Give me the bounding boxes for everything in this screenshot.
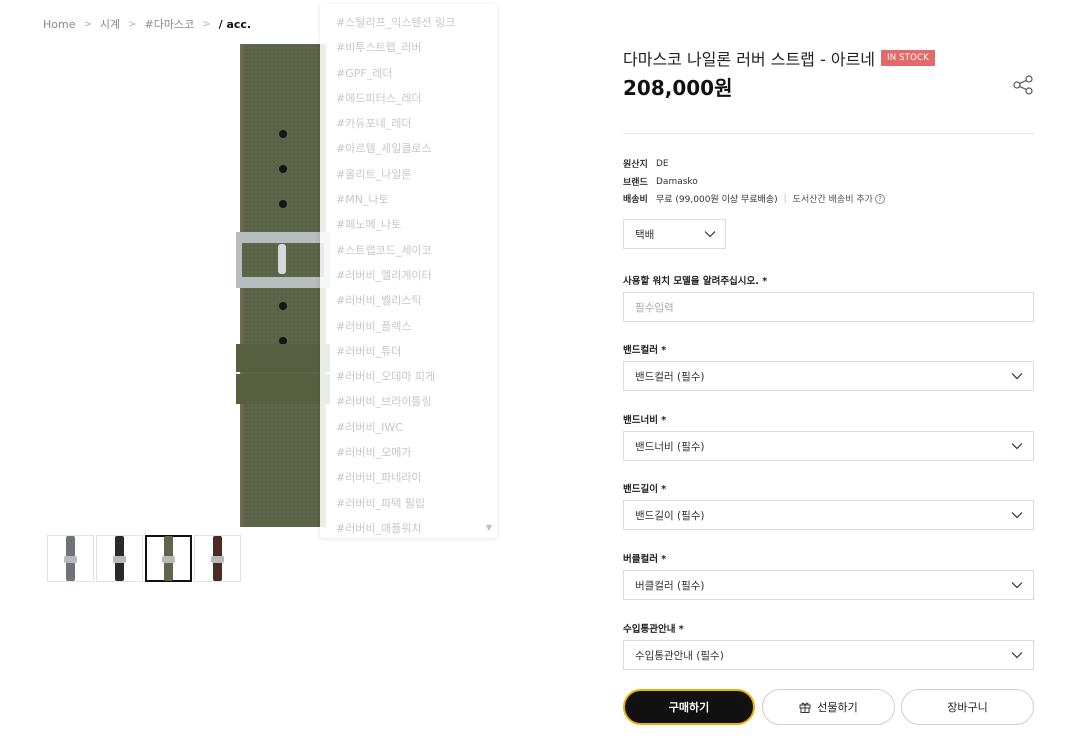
customs-value: 수입통관안내 (필수): [635, 649, 724, 662]
hashtag-link[interactable]: #GPF_레더: [320, 61, 497, 86]
shipping-label: 배송비: [623, 195, 648, 205]
band-color-value: 밴드컬러 (필수): [635, 370, 705, 383]
buckle-color-select[interactable]: 버클컬러 (필수): [623, 570, 1034, 600]
shipping-method-value: 택배: [635, 228, 655, 241]
hashtag-link[interactable]: #러버비_애플워치: [320, 516, 497, 541]
chevron-down-icon: [1011, 582, 1023, 589]
divider: |: [783, 193, 787, 204]
hashtag-link[interactable]: #비투스트랩_러버: [320, 35, 497, 60]
chevron-down-icon: [1011, 373, 1023, 380]
chevron-right-icon: >: [202, 18, 211, 30]
hashtag-link[interactable]: #러버비_플렉스: [320, 314, 497, 339]
shipping-value: 무료 (99,000원 이상 무료배송): [656, 195, 778, 205]
hashtag-link[interactable]: #러버비_튜더: [320, 339, 497, 364]
band-color-select[interactable]: 밴드컬러 (필수): [623, 361, 1034, 391]
hashtag-link[interactable]: #페노메_나토: [320, 212, 497, 237]
stock-badge: IN STOCK: [881, 50, 935, 66]
buckle-color-label: 버클컬러 *: [623, 554, 667, 565]
buckle-color-value: 버클컬러 (필수): [635, 579, 705, 592]
hashtag-link[interactable]: #MN_나토: [320, 187, 497, 212]
strap-image: [162, 536, 175, 581]
main-product-image[interactable]: [236, 44, 330, 527]
thumbnail-list: [47, 535, 243, 582]
hashtag-link[interactable]: #카듀포네_레더: [320, 111, 497, 136]
shipping-row: 배송비 무료 (99,000원 이상 무료배송) | 도서산간 배송비 추가 ?: [623, 192, 885, 205]
brand-value[interactable]: Damasko: [656, 177, 698, 187]
breadcrumb-damasko[interactable]: #다마스코: [145, 16, 195, 32]
breadcrumb-watch[interactable]: 시계: [100, 16, 120, 32]
brand-label: 브랜드: [623, 178, 648, 188]
band-width-value: 밴드너비 (필수): [635, 440, 705, 453]
share-icon[interactable]: [1012, 75, 1034, 95]
band-width-select[interactable]: 밴드너비 (필수): [623, 431, 1034, 461]
chevron-down-icon: [1011, 652, 1023, 659]
thumbnail-black-strap[interactable]: [96, 535, 143, 582]
strap-image: [211, 536, 224, 581]
origin-row: 원산지 DE: [623, 157, 669, 171]
shipping-method-select[interactable]: 택배: [623, 219, 726, 249]
strap-image: [113, 536, 126, 581]
breadcrumb-home[interactable]: Home: [43, 18, 75, 31]
origin-label: 원산지: [623, 160, 648, 170]
band-length-label: 밴드길이 *: [623, 484, 667, 495]
cart-button[interactable]: 장바구니: [901, 689, 1034, 725]
thumbnail-olive-strap[interactable]: [145, 535, 192, 582]
help-icon[interactable]: ?: [874, 193, 885, 204]
hashtag-link[interactable]: #러버비_오데마 피게: [320, 364, 497, 389]
breadcrumb: Home > 시계 > #다마스코 > / acc.: [43, 16, 251, 32]
band-length-select[interactable]: 밴드길이 (필수): [623, 500, 1034, 530]
hashtag-link[interactable]: #러버비_오메가: [320, 440, 497, 465]
chevron-down-icon: [1011, 443, 1023, 450]
brand-row: 브랜드 Damasko: [623, 175, 698, 189]
hashtag-link[interactable]: #에드피터스_레더: [320, 86, 497, 111]
hashtag-link[interactable]: #러버비_IWC: [320, 415, 497, 440]
band-width-label: 밴드너비 *: [623, 415, 667, 426]
watch-model-input[interactable]: 필수입력: [623, 292, 1034, 322]
origin-value: DE: [656, 158, 669, 169]
customs-select[interactable]: 수입통관안내 (필수): [623, 640, 1034, 670]
strap-image: [64, 536, 77, 581]
product-price: 208,000원: [623, 76, 733, 100]
thumbnail-brown-strap[interactable]: [194, 535, 241, 582]
hashtag-link[interactable]: #러버비_벨리스틱: [320, 288, 497, 313]
breadcrumb-current: / acc.: [218, 17, 252, 31]
band-color-label: 밴드컬러 *: [623, 345, 667, 356]
hashtag-link[interactable]: #스틸리프_익스텐션 링크: [320, 10, 497, 35]
hashtag-link[interactable]: #스트랩코드_세이코: [320, 238, 497, 263]
hashtag-link[interactable]: #러버비_파텍 필립: [320, 491, 497, 516]
chevron-down-icon: [704, 231, 716, 238]
title-row: 다마스코 나일론 러버 스트랩 - 아르네 IN STOCK: [623, 46, 935, 70]
gift-icon: [799, 702, 811, 713]
divider: [623, 133, 1034, 134]
hashtag-dropdown-panel[interactable]: #스틸리프_익스텐션 링크 #비투스트랩_러버 #GPF_레더 #에드피터스_레…: [320, 4, 497, 538]
buy-button[interactable]: 구매하기: [623, 689, 755, 725]
shipping-extra: 도서산간 배송비 추가: [792, 195, 873, 205]
gift-button-label: 선물하기: [817, 701, 858, 714]
product-title: 다마스코 나일론 러버 스트랩 - 아르네: [623, 50, 876, 69]
hashtag-link[interactable]: #러버비_브라이틀링: [320, 389, 497, 414]
hashtag-link[interactable]: #러버비_엘리게이터: [320, 263, 497, 288]
hashtag-link[interactable]: #아르템_세일클로스: [320, 136, 497, 161]
cart-button-label: 장바구니: [947, 701, 988, 714]
watch-model-label: 사용할 워치 모델을 알려주십시오. *: [623, 276, 768, 287]
chevron-down-icon: [1011, 512, 1023, 519]
gift-button[interactable]: 선물하기: [762, 689, 895, 725]
hashtag-link[interactable]: #올리트_나일론: [320, 162, 497, 187]
band-length-value: 밴드길이 (필수): [635, 509, 705, 522]
customs-label: 수입통관안내 *: [623, 624, 684, 635]
hashtag-link[interactable]: #러버비_파네라이: [320, 465, 497, 490]
chevron-right-icon: >: [83, 18, 92, 30]
thumbnail-gray-strap[interactable]: [47, 535, 94, 582]
chevron-right-icon: >: [128, 18, 137, 30]
buy-button-label: 구매하기: [668, 701, 710, 714]
chevron-down-icon[interactable]: ▼: [486, 523, 492, 532]
